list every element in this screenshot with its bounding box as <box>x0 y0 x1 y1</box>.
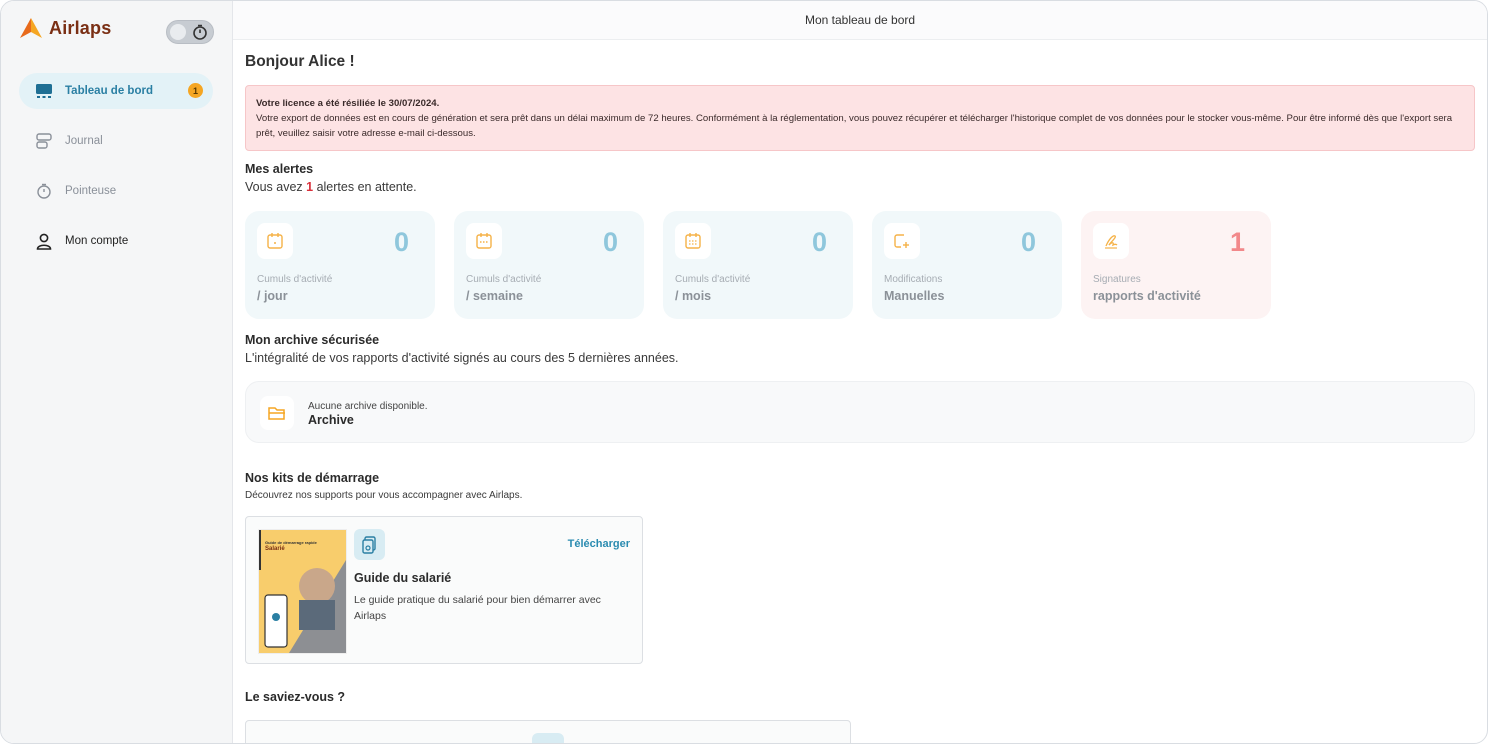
greeting: Bonjour Alice ! <box>245 53 355 70</box>
card-label: Modifications <box>884 274 943 285</box>
card-sublabel: rapports d'activité <box>1093 289 1201 303</box>
stopwatch-icon <box>193 24 207 40</box>
tip-icon <box>532 733 564 743</box>
alerts-heading: Mes alertes <box>245 162 314 176</box>
brand[interactable]: Airlaps <box>19 17 111 39</box>
signature-icon <box>1093 223 1129 259</box>
alerts-summary: Vous avez 1 alertes en attente. <box>245 180 417 194</box>
folder-icon <box>260 396 294 430</box>
alerts-prefix: Vous avez <box>245 180 307 194</box>
card-count: 0 <box>811 227 827 257</box>
edit-add-icon <box>884 223 920 259</box>
archive-card[interactable]: Aucune archive disponible. Archive <box>245 381 1475 443</box>
alert-card-week[interactable]: 0 Cumuls d'activité / semaine <box>454 211 644 319</box>
theme-toggle[interactable] <box>166 20 214 44</box>
tip-heading: Le saviez-vous ? <box>245 690 346 704</box>
sidebar-item-tableau-de-bord[interactable]: Tableau de bord 1 <box>19 73 213 109</box>
sidebar-item-label: Pointeuse <box>65 185 117 197</box>
tip-card <box>245 720 851 743</box>
sidebar: Airlaps Tableau de bord 1 Journal Pointe… <box>1 1 233 743</box>
alert-card-signatures[interactable]: 1 Signatures rapports d'activité <box>1081 211 1271 319</box>
sidebar-item-mon-compte[interactable]: Mon compte <box>19 223 213 259</box>
top-bar: Mon tableau de bord <box>233 1 1487 40</box>
card-sublabel: Manuelles <box>884 289 945 303</box>
card-count: 0 <box>1020 227 1036 257</box>
archive-label: Archive <box>308 413 354 427</box>
license-alert: Votre licence a été résiliée le 30/07/20… <box>245 85 1475 151</box>
airlaps-logo-icon <box>20 18 42 38</box>
calendar-month-icon <box>675 223 711 259</box>
app-window: Airlaps Tableau de bord 1 Journal Pointe… <box>0 0 1488 744</box>
toggle-knob <box>170 24 186 40</box>
sidebar-nav: Tableau de bord 1 Journal Pointeuse Mon … <box>19 73 213 273</box>
document-icon <box>354 529 385 560</box>
card-label: Signatures <box>1093 274 1141 285</box>
dashboard-icon <box>35 82 53 100</box>
calendar-week-icon <box>466 223 502 259</box>
download-link[interactable]: Télécharger <box>568 538 630 550</box>
kit-title: Guide du salarié <box>354 571 452 585</box>
journal-icon <box>35 132 53 150</box>
sidebar-item-pointeuse[interactable]: Pointeuse <box>19 173 213 209</box>
alerts-suffix: alertes en attente. <box>313 180 417 194</box>
notification-badge: 1 <box>188 83 203 98</box>
sidebar-item-label: Journal <box>65 135 103 147</box>
thumb-title: Guide de démarrage rapide <box>265 540 317 545</box>
card-label: Cumuls d'activité <box>675 274 751 285</box>
archive-heading: Mon archive sécurisée <box>245 333 380 347</box>
brand-name: Airlaps <box>49 17 112 38</box>
card-count: 0 <box>393 227 409 257</box>
alert-title: Votre licence a été résiliée le 30/07/20… <box>256 98 440 109</box>
kits-subtitle: Découvrez nos supports pour vous accompa… <box>245 490 523 501</box>
card-label: Cumuls d'activité <box>257 274 333 285</box>
sidebar-item-label: Mon compte <box>65 235 129 247</box>
card-count: 1 <box>1229 227 1245 257</box>
stopwatch-icon <box>35 182 53 200</box>
card-sublabel: / jour <box>257 289 288 303</box>
alert-card-month[interactable]: 0 Cumuls d'activité / mois <box>663 211 853 319</box>
archive-subtitle: L'intégralité de vos rapports d'activité… <box>245 351 679 365</box>
guide-thumbnail: Guide de démarrage rapide Salarié <box>258 529 347 654</box>
calendar-day-icon <box>257 223 293 259</box>
sidebar-item-label: Tableau de bord <box>65 85 153 97</box>
sidebar-item-journal[interactable]: Journal <box>19 123 213 159</box>
card-label: Cumuls d'activité <box>466 274 542 285</box>
card-count: 0 <box>602 227 618 257</box>
user-icon <box>35 232 53 250</box>
alert-cards: 0 Cumuls d'activité / jour 0 Cumuls d'ac… <box>245 211 1271 319</box>
archive-status: Aucune archive disponible. <box>308 401 428 412</box>
kit-card: Guide de démarrage rapide Salarié Téléch… <box>245 516 643 664</box>
card-sublabel: / mois <box>675 289 712 303</box>
alert-card-day[interactable]: 0 Cumuls d'activité / jour <box>245 211 435 319</box>
alert-body: Votre export de données est en cours de … <box>256 113 1453 139</box>
alert-card-manual-edits[interactable]: 0 Modifications Manuelles <box>872 211 1062 319</box>
card-sublabel: / semaine <box>466 289 523 303</box>
page-title: Mon tableau de bord <box>804 13 916 27</box>
thumb-subtitle: Salarié <box>265 546 285 552</box>
kit-description: Le guide pratique du salarié pour bien d… <box>354 594 601 622</box>
kits-heading: Nos kits de démarrage <box>245 471 380 485</box>
